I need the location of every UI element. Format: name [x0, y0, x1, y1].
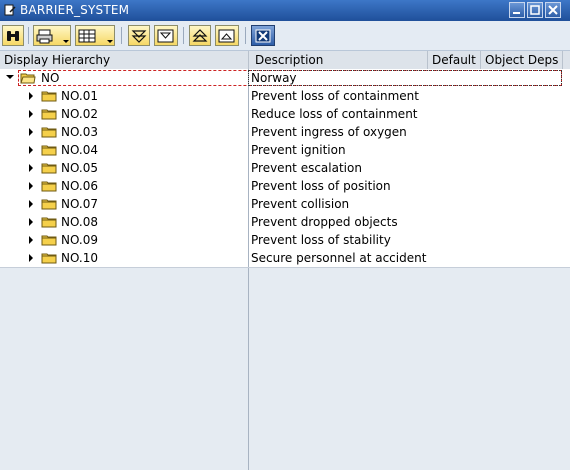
node-description: Prevent collision: [251, 197, 350, 211]
close-icon: [548, 5, 558, 15]
node-description: Prevent dropped objects: [251, 215, 398, 229]
expand-all-button[interactable]: [154, 25, 178, 46]
dropdown-arrow-icon: [63, 40, 69, 43]
tree-node-label: NO.05: [61, 161, 99, 175]
column-header-default[interactable]: Default: [428, 51, 481, 69]
collapse-subtree-button[interactable]: [189, 25, 211, 46]
node-description: Reduce loss of containment: [251, 107, 418, 121]
tree-node-label: NO.06: [61, 179, 99, 193]
tree-node-label: NO.01: [61, 89, 99, 103]
tree-node-label: NO.04: [61, 143, 99, 157]
toolbar-separator: [28, 27, 29, 44]
folder-icon: [41, 235, 57, 246]
expand-subtree-icon: [131, 30, 147, 43]
minimize-icon: [513, 12, 520, 14]
table-layout-icon: [78, 29, 96, 43]
expand-arrow-icon[interactable]: [29, 110, 33, 118]
window-title: BARRIER_SYSTEM: [20, 3, 130, 17]
expand-arrow-icon[interactable]: [29, 128, 33, 136]
maximize-icon: [530, 5, 540, 15]
node-description: Prevent loss of position: [251, 179, 391, 193]
tree-row[interactable]: NO.02 Reduce loss of containment: [0, 105, 570, 123]
folder-icon: [41, 91, 57, 102]
tree-row[interactable]: NO.01 Prevent loss of containment: [0, 87, 570, 105]
find-button[interactable]: [2, 25, 24, 46]
node-description: Prevent ingress of oxygen: [251, 125, 407, 139]
collapse-all-icon: [218, 29, 235, 43]
tree-node-label: NO.08: [61, 215, 99, 229]
tree-node-label: NO.10: [61, 251, 99, 265]
cancel-icon: [255, 29, 271, 43]
tree-node-label: NO: [41, 71, 60, 85]
folder-icon: [41, 109, 57, 120]
tree-node-label: NO.07: [61, 197, 99, 211]
expand-arrow-icon[interactable]: [29, 200, 33, 208]
folder-icon: [41, 217, 57, 228]
toolbar-separator: [121, 27, 122, 44]
open-folder-icon: [20, 73, 36, 84]
node-description: Prevent loss of containment: [251, 89, 419, 103]
expand-arrow-icon[interactable]: [29, 254, 33, 262]
node-description: Prevent escalation: [251, 161, 362, 175]
layout-button[interactable]: [75, 25, 115, 46]
collapse-subtree-icon: [192, 29, 208, 42]
folder-icon: [41, 253, 57, 264]
collapse-all-button[interactable]: [215, 25, 239, 46]
column-header-description[interactable]: Description: [249, 51, 428, 69]
tree-node-label: NO.03: [61, 125, 99, 139]
display-edit-icon: [4, 4, 16, 16]
folder-icon: [41, 181, 57, 192]
tree-node-label: NO.02: [61, 107, 99, 121]
toolbar-separator: [245, 27, 246, 44]
tree-node-label: NO.09: [61, 233, 99, 247]
expand-arrow-icon[interactable]: [29, 164, 33, 172]
expand-arrow-icon[interactable]: [29, 236, 33, 244]
node-description: Norway: [251, 71, 297, 85]
tree-row[interactable]: NO.04 Prevent ignition: [0, 141, 570, 159]
tree-row[interactable]: NO.05 Prevent escalation: [0, 159, 570, 177]
cancel-button[interactable]: [251, 25, 275, 46]
expand-arrow-icon[interactable]: [29, 218, 33, 226]
expand-arrow-icon[interactable]: [29, 146, 33, 154]
toolbar-separator: [183, 27, 184, 44]
print-button[interactable]: [33, 25, 71, 46]
tree-row[interactable]: NO.09 Prevent loss of stability: [0, 231, 570, 249]
tree-root-row[interactable]: NO Norway: [0, 69, 570, 87]
minimize-button[interactable]: [509, 2, 525, 18]
expand-subtree-button[interactable]: [128, 25, 150, 46]
tree-row[interactable]: NO.03 Prevent ingress of oxygen: [0, 123, 570, 141]
node-description: Secure personnel at accident: [251, 251, 427, 265]
close-button[interactable]: [545, 2, 561, 18]
column-header-object-deps[interactable]: Object Deps: [481, 51, 563, 69]
tree-row[interactable]: NO.08 Prevent dropped objects: [0, 213, 570, 231]
collapse-arrow-icon[interactable]: [6, 75, 14, 79]
tree-row[interactable]: NO.07 Prevent collision: [0, 195, 570, 213]
dropdown-arrow-icon: [107, 40, 113, 43]
content-end-line: [0, 267, 570, 268]
printer-icon: [36, 29, 53, 44]
binoculars-icon: [7, 31, 19, 41]
tree-row[interactable]: NO.06 Prevent loss of position: [0, 177, 570, 195]
folder-icon: [41, 163, 57, 174]
folder-icon: [41, 199, 57, 210]
folder-icon: [41, 145, 57, 156]
tree-row[interactable]: NO.10 Secure personnel at accident: [0, 249, 570, 267]
expand-arrow-icon[interactable]: [29, 182, 33, 190]
node-description: Prevent loss of stability: [251, 233, 391, 247]
folder-icon: [41, 127, 57, 138]
toolbar: [0, 21, 570, 51]
node-description: Prevent ignition: [251, 143, 346, 157]
title-bar: BARRIER_SYSTEM: [0, 0, 570, 21]
column-header: Display Hierarchy Description Default Ob…: [0, 51, 570, 70]
expand-all-icon: [157, 29, 174, 43]
expand-arrow-icon[interactable]: [29, 92, 33, 100]
column-header-hierarchy[interactable]: Display Hierarchy: [0, 51, 249, 69]
maximize-button[interactable]: [527, 2, 543, 18]
